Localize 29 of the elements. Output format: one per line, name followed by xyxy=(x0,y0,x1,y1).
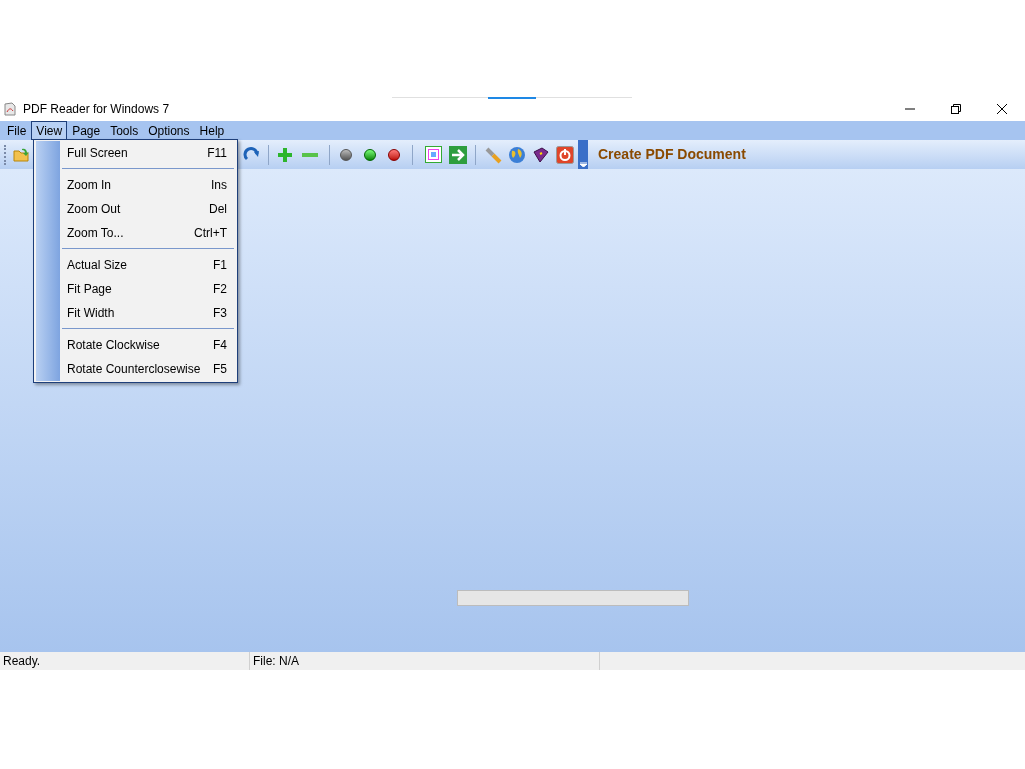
window-title: PDF Reader for Windows 7 xyxy=(23,101,170,118)
menu-item[interactable]: Page xyxy=(67,121,106,140)
menu-item[interactable]: Options xyxy=(143,121,195,140)
menu-item[interactable]: File xyxy=(2,121,32,140)
menu-option[interactable]: Zoom In Ins xyxy=(60,173,237,197)
menu-option[interactable]: Zoom Out Del xyxy=(60,197,237,221)
menu-option[interactable]: Rotate Counterclosewise F5 xyxy=(60,357,237,381)
arrow-right-icon[interactable] xyxy=(449,145,467,164)
menu-option[interactable]: Zoom To... Ctrl+T xyxy=(60,221,237,245)
status-text: File: N/A xyxy=(250,652,600,670)
menu-option[interactable]: Rotate Clockwise F4 xyxy=(60,333,237,357)
restore-icon xyxy=(951,104,961,114)
menu-item[interactable]: Help xyxy=(194,121,230,140)
app-icon xyxy=(3,102,17,116)
create-pdf-link[interactable]: Create PDF Document xyxy=(598,144,746,165)
frame-icon[interactable] xyxy=(425,146,442,163)
menu-option[interactable]: Full Screen F11 xyxy=(60,141,237,165)
menu-option[interactable]: Actual Size F1 xyxy=(60,253,237,277)
power-icon[interactable] xyxy=(556,145,574,164)
chevron-down-icon xyxy=(579,162,587,167)
menu-option[interactable]: Fit Width F3 xyxy=(60,301,237,325)
close-icon xyxy=(997,104,1007,114)
toolbar-overflow-button[interactable] xyxy=(578,140,588,169)
globe-icon[interactable] xyxy=(508,145,526,164)
plus-icon[interactable] xyxy=(276,145,294,164)
menu-item[interactable]: View xyxy=(31,121,68,140)
menu-option[interactable]: Fit Page F2 xyxy=(60,277,237,301)
status-text: Ready. xyxy=(0,652,250,670)
menu-item[interactable]: Tools xyxy=(105,121,144,140)
